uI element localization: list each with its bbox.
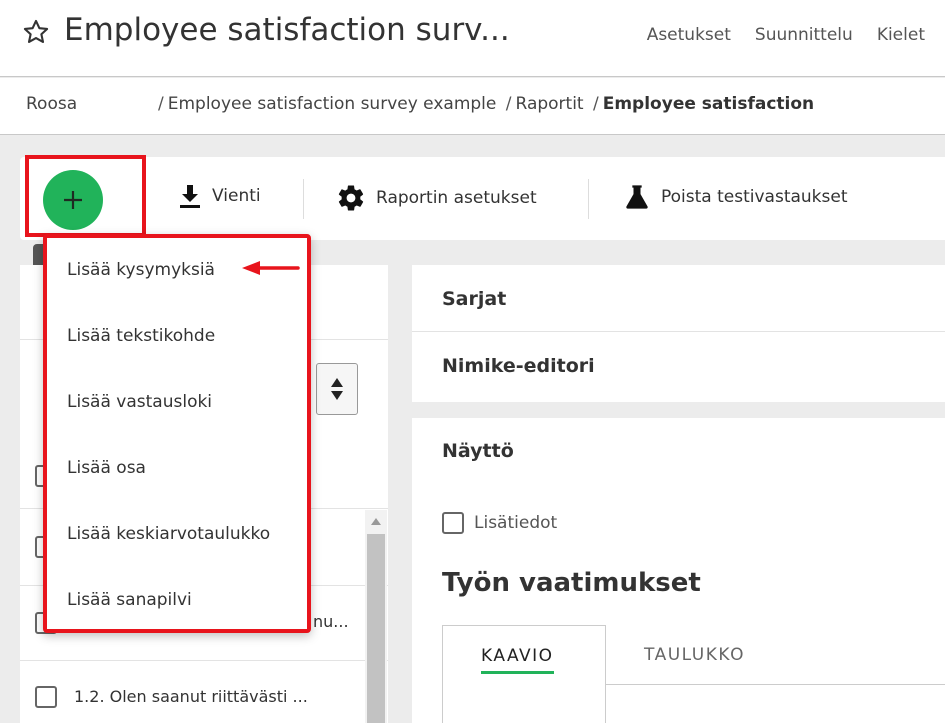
menu-item-add-average-table[interactable]: Lisää keskiarvotaulukko <box>67 524 270 544</box>
gear-icon <box>338 185 364 211</box>
delete-test-responses-button[interactable]: Poista testivastaukset <box>623 183 848 211</box>
annotation-arrow-icon <box>242 261 300 275</box>
settings-card: Sarjat Nimike-editori <box>412 265 945 402</box>
delete-test-responses-label: Poista testivastaukset <box>661 187 848 207</box>
breadcrumb: Roosa / Employee satisfaction survey exam… <box>0 78 945 135</box>
scrollbar[interactable] <box>365 510 387 723</box>
report-settings-button[interactable]: Raportin asetukset <box>336 183 537 213</box>
tabs-baseline <box>606 684 945 685</box>
add-button-highlight <box>25 155 146 237</box>
toolbar-divider <box>588 179 589 219</box>
toolbar-divider <box>303 179 304 219</box>
scroll-up-icon[interactable] <box>371 518 381 525</box>
row-checkbox[interactable] <box>35 686 57 708</box>
sort-stepper[interactable] <box>316 363 358 415</box>
question-row-text[interactable]: nu... <box>313 612 349 631</box>
display-heading[interactable]: Näyttö <box>442 440 514 462</box>
add-menu: Lisää kysymyksiä Lisää tekstikohde Lisää… <box>43 234 311 633</box>
label-editor-section[interactable]: Nimike-editori <box>442 355 595 377</box>
flask-icon <box>626 185 648 209</box>
display-card: Näyttö Lisätiedot Työn vaatimukset KAAVI… <box>412 418 945 723</box>
nav-languages[interactable]: Kielet <box>877 25 925 45</box>
menu-item-add-response-log[interactable]: Lisää vastausloki <box>67 392 212 412</box>
page-header: Employee satisfaction surv... Asetukset … <box>0 0 945 77</box>
top-nav: Asetukset Suunnittelu Kielet <box>647 25 925 45</box>
export-button[interactable]: Vienti <box>178 183 261 209</box>
menu-item-add-word-cloud[interactable]: Lisää sanapilvi <box>67 590 192 610</box>
breadcrumb-current: Employee satisfaction <box>602 94 815 114</box>
panel-divider <box>20 660 388 661</box>
tab-table[interactable]: TAULUKKO <box>644 645 745 665</box>
details-toggle[interactable]: Lisätiedot <box>442 512 557 534</box>
sort-up-icon <box>331 378 343 387</box>
view-tabs: KAAVIO TAULUKKO <box>442 625 945 723</box>
menu-item-add-text-item[interactable]: Lisää tekstikohde <box>67 326 215 346</box>
export-label: Vienti <box>212 186 261 206</box>
sort-down-icon <box>331 391 343 400</box>
tab-chart-label: KAAVIO <box>481 646 554 674</box>
menu-item-add-questions[interactable]: Lisää kysymyksiä <box>67 260 215 280</box>
card-divider <box>412 331 945 332</box>
breadcrumb-reports[interactable]: Raportit <box>516 94 584 114</box>
survey-title: Employee satisfaction surv... <box>64 12 510 48</box>
download-icon <box>180 185 200 208</box>
report-settings-label: Raportin asetukset <box>376 188 537 208</box>
details-checkbox[interactable] <box>442 512 464 534</box>
series-section[interactable]: Sarjat <box>442 288 506 310</box>
tab-chart[interactable]: KAAVIO <box>442 625 606 723</box>
scrollbar-thumb[interactable] <box>367 534 385 723</box>
star-icon[interactable] <box>22 18 50 46</box>
nav-design[interactable]: Suunnittelu <box>755 25 853 45</box>
menu-item-add-section[interactable]: Lisää osa <box>67 458 146 478</box>
breadcrumb-survey[interactable]: Employee satisfaction survey example <box>168 94 497 114</box>
breadcrumb-path: / Employee satisfaction survey example / R… <box>158 94 815 114</box>
details-label: Lisätiedot <box>474 513 558 533</box>
question-row-text[interactable]: 1.2. Olen saanut riittävästi ... <box>74 687 308 706</box>
nav-settings[interactable]: Asetukset <box>647 25 731 45</box>
breadcrumb-user[interactable]: Roosa <box>26 94 77 114</box>
report-toolbar: Vienti Raportin asetukset Poista testiva… <box>20 157 945 240</box>
section-title: Työn vaatimukset <box>442 568 701 598</box>
